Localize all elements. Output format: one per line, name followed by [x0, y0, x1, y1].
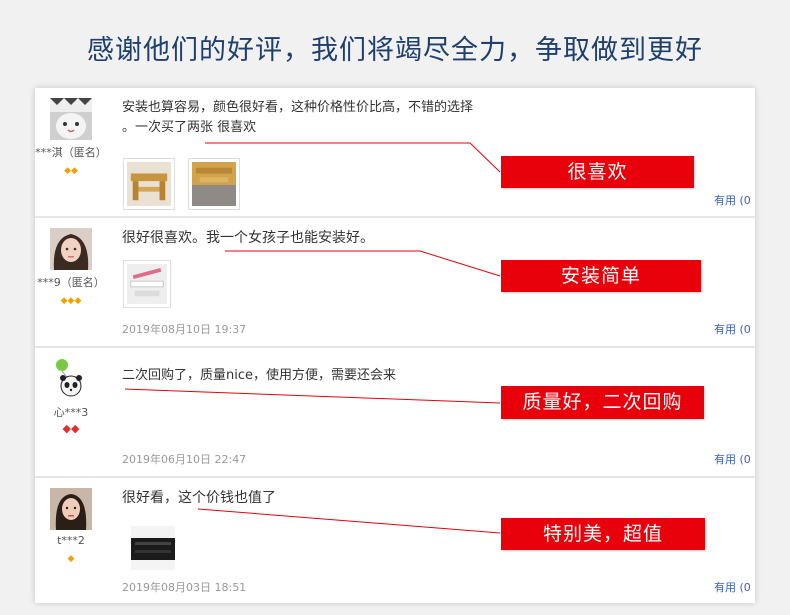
useful-button[interactable]: 有用 (0: [714, 192, 751, 208]
review-photo[interactable]: [123, 260, 171, 308]
desk-photo-icon: [192, 162, 236, 206]
desk-photo-icon: [127, 162, 171, 206]
avatar[interactable]: [50, 228, 92, 270]
callout-label: 特别美，超值: [501, 518, 705, 550]
girl-avatar-icon: [50, 228, 92, 270]
useful-button[interactable]: 有用 (0: [714, 321, 751, 337]
review-photo[interactable]: [188, 158, 240, 210]
review-text-line: 很好看，这个价钱也值了: [122, 490, 276, 506]
callout-label: 很喜欢: [501, 156, 694, 188]
page-headline: 感谢他们的好评，我们将竭尽全力，争取做到更好: [87, 35, 703, 66]
level-badge-icon: ◆◆: [62, 422, 80, 435]
review-text: 二次回购了，质量nice，使用方便，需要还会来: [122, 366, 396, 386]
review-text: 很好很喜欢。我一个女孩子也能安装好。: [122, 228, 374, 248]
useful-button[interactable]: 有用 (0: [714, 579, 751, 595]
woman-avatar-icon: [50, 488, 92, 530]
username: ***淇（匿名）: [35, 146, 107, 159]
callout-label: 质量好，二次回购: [501, 386, 704, 419]
username: t***2: [57, 534, 85, 547]
cat-avatar-icon: [50, 98, 92, 140]
avatar[interactable]: [50, 98, 92, 140]
useful-button[interactable]: 有用 (0: [714, 451, 751, 467]
review-text-line: 二次回购了，质量nice，使用方便，需要还会来: [122, 368, 396, 383]
callout-label: 安装简单: [501, 260, 701, 292]
avatar[interactable]: [50, 488, 92, 530]
review-text-line: 很好很喜欢。我一个女孩子也能安装好。: [122, 230, 374, 246]
review-date: 2019年08月03日 18:51: [122, 581, 247, 594]
review-text: 安装也算容易，颜色很好看，这种价格性价比高，不错的选择 。一次买了两张 很喜欢: [122, 98, 473, 138]
review-photo[interactable]: [123, 158, 175, 210]
review-item: ***淇（匿名） ◆◆ 安装也算容易，颜色很好看，这种价格性价比高，不错的选择 …: [35, 88, 755, 218]
review-text-line: 。一次买了两张 很喜欢: [122, 120, 257, 135]
review-text-line: 安装也算容易，颜色很好看，这种价格性价比高，不错的选择: [122, 100, 474, 115]
level-badge-icon: ◆◆: [64, 166, 78, 176]
review-date: 2019年08月10日 19:37: [122, 323, 247, 336]
avatar[interactable]: [50, 358, 92, 400]
panda-balloon-avatar-icon: [50, 358, 92, 400]
review-photo[interactable]: [131, 526, 175, 570]
username: 心***3: [53, 406, 89, 419]
username: ***9（匿名）: [37, 276, 105, 289]
level-badge-icon: ◆: [67, 554, 75, 564]
level-badge-icon: ◆◆◆: [60, 296, 82, 306]
review-text: 很好看，这个价钱也值了: [122, 488, 276, 508]
parts-photo-icon: [127, 264, 167, 304]
desk-photo-icon: [131, 526, 175, 570]
review-date: 2019年06月10日 22:47: [122, 453, 247, 466]
